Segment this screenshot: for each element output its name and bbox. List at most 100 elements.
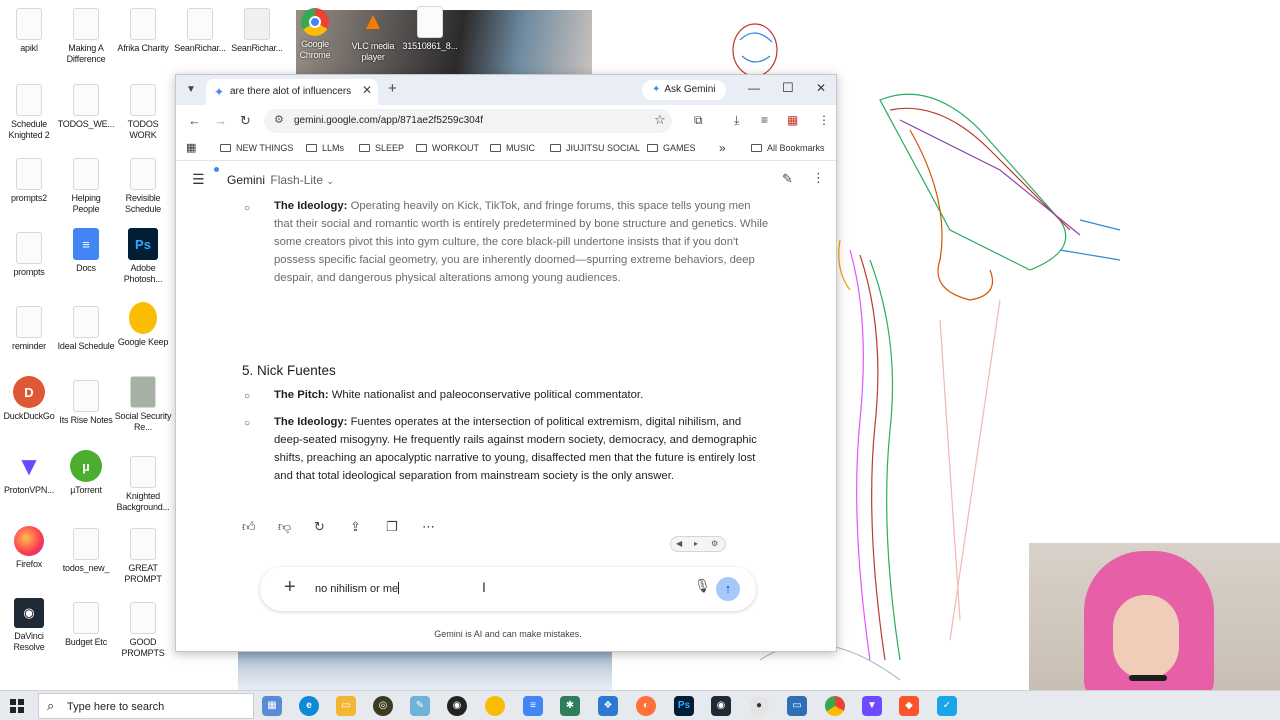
app-icon-green[interactable]: ◎ (373, 696, 393, 716)
settings-gear-icon[interactable]: ⚙ (711, 539, 718, 548)
bookmark-sleep[interactable]: SLEEP (359, 143, 404, 153)
read-aloud-controls[interactable]: ◀︎ ▸ ⚙ (670, 536, 726, 552)
more-icon[interactable]: ⋯ (422, 519, 435, 535)
desktop-icon[interactable]: Its Rise Notes (57, 380, 115, 426)
extension-icon[interactable]: ▦ (787, 113, 798, 127)
desktop-icon[interactable]: Helping People (57, 158, 115, 215)
reload-icon[interactable]: ↻ (240, 113, 251, 129)
desktop-icon[interactable]: prompts2 (0, 158, 58, 204)
prompt-input-box[interactable]: + no nihilism or me I 🎙︎ ↑ (260, 567, 756, 611)
thumbs-down-icon[interactable]: 👎︎ (278, 519, 291, 535)
ask-gemini-button[interactable]: ✦ Ask Gemini (642, 80, 726, 100)
desktop-icon[interactable]: reminder (0, 306, 58, 352)
maximize-icon[interactable]: ☐ (782, 80, 794, 96)
minimize-icon[interactable]: — (748, 81, 760, 95)
edge-icon[interactable]: e (299, 696, 319, 716)
window-app-icon[interactable]: ▭ (787, 696, 807, 716)
regenerate-icon[interactable]: ↻ (314, 519, 325, 535)
utorrent-shortcut[interactable]: µ µTorrent (57, 450, 115, 496)
tab-gemini[interactable]: ✦ are there alot of influencers on ✕ (206, 79, 378, 105)
site-info-icon[interactable]: ⚙ (274, 113, 284, 126)
app-icon-sync[interactable]: ✱ (560, 696, 580, 716)
windows-start-icon[interactable] (10, 699, 24, 713)
close-tab-icon[interactable]: ✕ (362, 83, 372, 97)
bookmark-star-icon[interactable]: ☆ (654, 112, 666, 128)
close-window-icon[interactable]: ✕ (816, 81, 826, 95)
speaker-icon[interactable]: ◀︎ (676, 539, 682, 548)
docs-shortcut[interactable]: ≡ Docs (57, 228, 115, 274)
more-options-icon[interactable]: ⋮ (812, 170, 825, 186)
desktop-icon[interactable]: Afrika Charity (114, 8, 172, 54)
firefox-shortcut[interactable]: Firefox (0, 526, 58, 570)
taskbar-search-box[interactable]: ⌕ Type here to search (38, 693, 254, 719)
dropbox-icon[interactable]: ❖ (598, 696, 618, 716)
desktop-icon[interactable]: Budget Etc (57, 602, 115, 648)
bookmark-jiujitsu-social[interactable]: JIUJITSU SOCIAL (550, 143, 640, 153)
bookmarks-overflow-chevron[interactable]: » (719, 141, 726, 155)
davinci-resolve-icon[interactable]: ◉ (711, 696, 731, 716)
desktop-icon[interactable]: prompts (0, 232, 58, 278)
google-keep-icon[interactable] (485, 696, 505, 716)
desktop-icon[interactable]: GOOD PROMPTS (114, 602, 172, 659)
duckduckgo-shortcut[interactable]: D DuckDuckGo (0, 376, 58, 422)
desktop-icon[interactable]: TODOS WORK (114, 84, 172, 141)
all-bookmarks[interactable]: All Bookmarks (751, 143, 825, 153)
thumbs-up-icon[interactable]: 👍︎ (242, 519, 256, 535)
play-icon[interactable]: ▸ (694, 539, 698, 548)
bookmark-workout[interactable]: WORKOUT (416, 143, 479, 153)
send-arrow-button[interactable]: ↑ (716, 577, 740, 601)
desktop-icon[interactable]: SeanRichar... (171, 8, 229, 54)
desktop-icon[interactable]: Ideal Schedule (57, 306, 115, 352)
microphone-icon[interactable]: 🎙︎ (694, 578, 711, 594)
desktop-icon[interactable]: todos_new_ (57, 528, 115, 574)
google-keep-shortcut[interactable]: Google Keep (114, 302, 172, 348)
photoshop-shortcut[interactable]: Ps Adobe Photosh... (114, 228, 172, 285)
reading-list-icon[interactable]: ≡ (761, 113, 768, 127)
firefox-icon[interactable]: ◐ (636, 696, 656, 716)
app-icon-blue[interactable]: ✓ (937, 696, 957, 716)
desktop-icon[interactable]: apikl (0, 8, 58, 54)
task-view-icon[interactable]: ▦ (262, 696, 282, 716)
bookmark-music[interactable]: MUSIC (490, 143, 535, 153)
photoshop-icon[interactable]: Ps (674, 696, 694, 716)
desktop-icon[interactable]: 31510861_8... (401, 6, 459, 52)
desktop-icon[interactable]: SeanRichar... (228, 8, 286, 54)
apps-grid-icon[interactable]: ▦ (186, 141, 196, 154)
model-selector[interactable]: Gemini Flash-Lite ⌄ (227, 173, 334, 187)
extensions-puzzle-icon[interactable]: ⧉ (694, 113, 703, 128)
chat-app-icon[interactable]: ● (749, 696, 769, 716)
desktop-icon[interactable]: TODOS_WE... (57, 84, 115, 130)
new-tab-plus-icon[interactable]: + (388, 80, 397, 97)
desktop-icon[interactable]: Knighted Background... (114, 456, 172, 513)
forward-arrow-icon[interactable]: → (214, 113, 227, 128)
chrome-menu-icon[interactable]: ⋮ (818, 113, 830, 127)
brave-icon[interactable]: ◆ (899, 696, 919, 716)
vlc-shortcut[interactable]: ▲ VLC media player (344, 6, 402, 63)
new-chat-edit-icon[interactable]: ✎ (782, 171, 793, 187)
chrome-icon[interactable] (825, 696, 845, 716)
desktop-icon[interactable]: Social Security Re... (114, 376, 172, 433)
back-arrow-icon[interactable]: ← (188, 113, 201, 128)
add-attachment-plus-icon[interactable]: + (284, 576, 296, 599)
github-icon[interactable]: ◉ (447, 696, 467, 716)
prompt-input[interactable]: no nihilism or me (315, 582, 400, 595)
notepad-icon[interactable]: ✎ (410, 696, 430, 716)
share-icon[interactable]: ⇪ (350, 519, 361, 535)
protonvpn-shortcut[interactable]: ▼ ProtonVPN... (0, 450, 58, 496)
address-bar[interactable]: ⚙ gemini.google.com/app/871ae2f5259c304f… (264, 109, 672, 133)
copy-icon[interactable]: ❐ (386, 519, 398, 535)
chrome-shortcut[interactable]: Google Chrome (286, 8, 344, 61)
protonvpn-icon[interactable]: ▼ (862, 696, 882, 716)
docs-icon[interactable]: ≡ (523, 696, 543, 716)
bookmark-games[interactable]: GAMES (647, 143, 696, 153)
davinci-resolve-shortcut[interactable]: ◉ DaVinci Resolve (0, 598, 58, 653)
bookmark-llms[interactable]: LLMs (306, 143, 344, 153)
desktop-icon[interactable]: Revisible Schedule (114, 158, 172, 215)
desktop-icon[interactable]: Making A Difference (57, 8, 115, 65)
download-icon[interactable]: ⤓ (734, 113, 739, 128)
desktop-icon[interactable]: Schedule Knighted 2 (0, 84, 58, 141)
menu-hamburger-icon[interactable]: ☰ (192, 171, 205, 188)
bookmark-new-things[interactable]: NEW THINGS (220, 143, 293, 153)
tab-search-chevron-icon[interactable]: ▼ (182, 81, 200, 99)
file-explorer-icon[interactable]: ▭ (336, 696, 356, 716)
